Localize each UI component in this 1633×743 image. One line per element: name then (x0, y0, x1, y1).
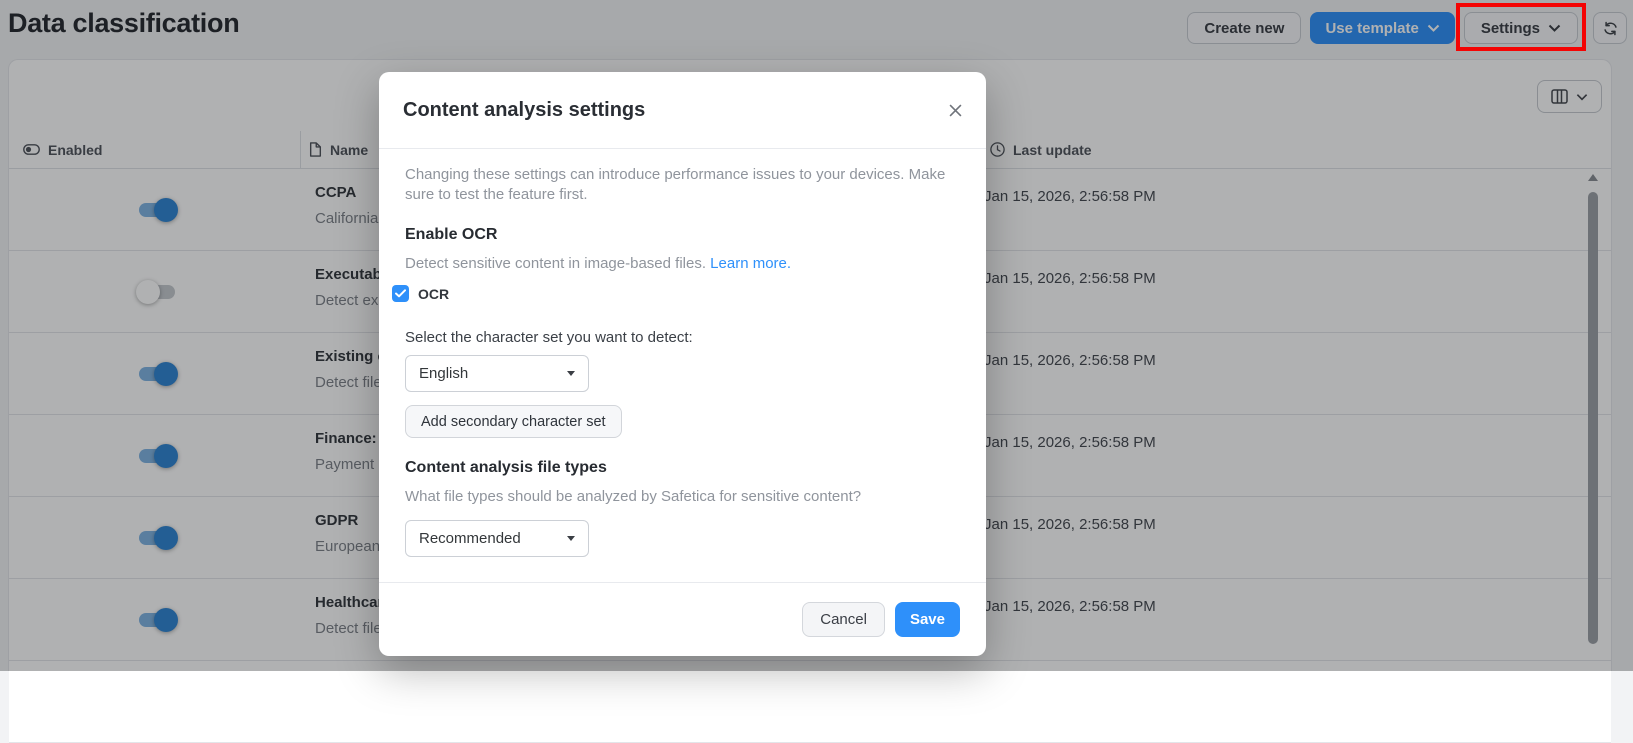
close-icon (949, 104, 962, 116)
close-button[interactable] (949, 104, 962, 117)
ocr-description: Detect sensitive content in image-based … (405, 255, 792, 272)
modal-header: Content analysis settings (379, 72, 986, 149)
caret-down-icon (567, 371, 575, 376)
enable-ocr-heading: Enable OCR (405, 226, 498, 243)
ocr-checkbox-label: OCR (418, 285, 450, 302)
save-button[interactable]: Save (894, 602, 960, 637)
modal-title: Content analysis settings (403, 98, 646, 121)
caret-down-icon (567, 536, 575, 541)
modal-footer: Cancel Save (379, 582, 986, 656)
add-secondary-charset-button[interactable]: Add secondary character set (405, 405, 622, 438)
check-icon (395, 289, 406, 298)
charset-label: Select the character set you want to det… (405, 329, 693, 346)
warning-text: Changing these settings can introduce pe… (405, 166, 946, 203)
modal-body: Changing these settings can introduce pe… (379, 149, 986, 557)
file-types-description: What file types should be analyzed by Sa… (405, 488, 862, 505)
learn-more-link[interactable]: Learn more. (710, 255, 791, 272)
table-row (9, 661, 1611, 743)
ocr-checkbox-row: OCR (392, 285, 960, 302)
cancel-button[interactable]: Cancel (802, 602, 885, 637)
file-types-select[interactable]: Recommended (405, 520, 589, 557)
charset-select[interactable]: English (405, 355, 589, 392)
file-types-heading: Content analysis file types (405, 459, 607, 476)
content-analysis-settings-modal: Content analysis settings Changing these… (379, 72, 986, 656)
ocr-checkbox[interactable] (392, 285, 409, 302)
